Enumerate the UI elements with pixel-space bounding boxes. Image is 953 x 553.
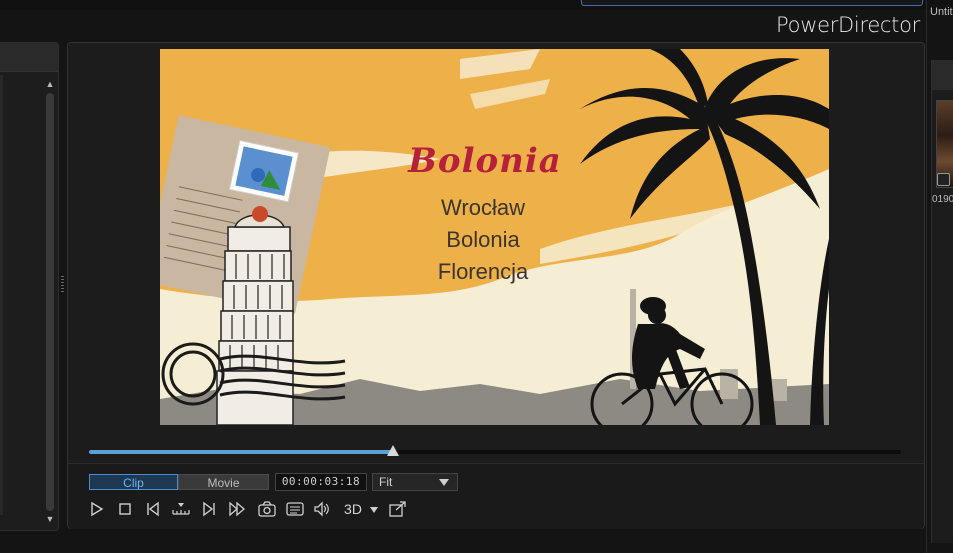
- next-frame-button[interactable]: [197, 498, 221, 520]
- left-scrollbar[interactable]: ▲ ▼: [45, 79, 55, 524]
- previous-frame-icon: [147, 501, 159, 517]
- window-divider: [926, 0, 927, 553]
- movie-mode-button[interactable]: Movie: [178, 474, 269, 490]
- left-panel-rail: [0, 75, 3, 515]
- left-panel-header: [0, 43, 58, 72]
- scroll-thumb[interactable]: [46, 93, 54, 511]
- volume-button[interactable]: [310, 498, 334, 520]
- panel-splitter-handle[interactable]: [61, 276, 64, 294]
- timeline-slider[interactable]: [89, 445, 901, 456]
- media-library-panel: 0190: [931, 60, 953, 543]
- split-icon: [172, 503, 190, 515]
- subtitle-icon: [286, 502, 304, 516]
- split-button[interactable]: [169, 498, 193, 520]
- undock-icon: [389, 501, 406, 517]
- video-overlay-line-2: Bolonia: [446, 227, 520, 252]
- zoom-dropdown[interactable]: Fit: [372, 473, 458, 491]
- timeline-progress: [89, 450, 393, 454]
- scroll-down-icon[interactable]: ▼: [45, 514, 55, 524]
- fast-forward-icon: [229, 501, 245, 517]
- previous-frame-button[interactable]: [141, 498, 165, 520]
- snapshot-button[interactable]: [255, 498, 279, 520]
- play-icon: [91, 501, 104, 517]
- preview-video[interactable]: Bolonia Wrocław Bolonia Florencja: [160, 49, 829, 425]
- media-library-header: [932, 60, 953, 90]
- project-name: Untitled: [930, 6, 953, 18]
- subtitle-button[interactable]: [283, 498, 307, 520]
- left-panel: ▲ ▼: [0, 42, 59, 531]
- playback-controls: Clip Movie 00:00:03:18 Fit 3D: [68, 463, 924, 529]
- 3d-dropdown-chevron-icon[interactable]: [370, 507, 378, 513]
- playhead-handle[interactable]: [386, 445, 399, 456]
- snapshot-icon: [258, 501, 276, 517]
- app-title: PowerDirector: [776, 13, 920, 37]
- timecode-field[interactable]: 00:00:03:18: [275, 473, 367, 491]
- 3d-mode-button[interactable]: 3D: [340, 498, 366, 520]
- preview-panel: Bolonia Wrocław Bolonia Florencja Clip M…: [67, 42, 925, 529]
- zoom-dropdown-value: Fit: [379, 475, 393, 489]
- undock-button[interactable]: [386, 498, 410, 520]
- scroll-up-icon[interactable]: ▲: [45, 79, 55, 89]
- fast-forward-button[interactable]: [225, 498, 249, 520]
- stop-icon: [119, 503, 131, 515]
- video-overlay-line-3: Florencja: [437, 259, 529, 284]
- video-title-text: Bolonia: [408, 141, 562, 181]
- stop-button[interactable]: [113, 498, 137, 520]
- video-overlay-line-1: Wrocław: [441, 195, 525, 220]
- next-frame-icon: [203, 501, 215, 517]
- play-button[interactable]: [85, 498, 109, 520]
- top-search-field[interactable]: [581, 0, 923, 6]
- chevron-down-icon: [439, 479, 449, 486]
- volume-icon: [314, 501, 329, 517]
- video-type-icon: [937, 173, 950, 186]
- clip-mode-button[interactable]: Clip: [89, 474, 178, 490]
- media-thumbnail-label: 0190: [932, 194, 953, 205]
